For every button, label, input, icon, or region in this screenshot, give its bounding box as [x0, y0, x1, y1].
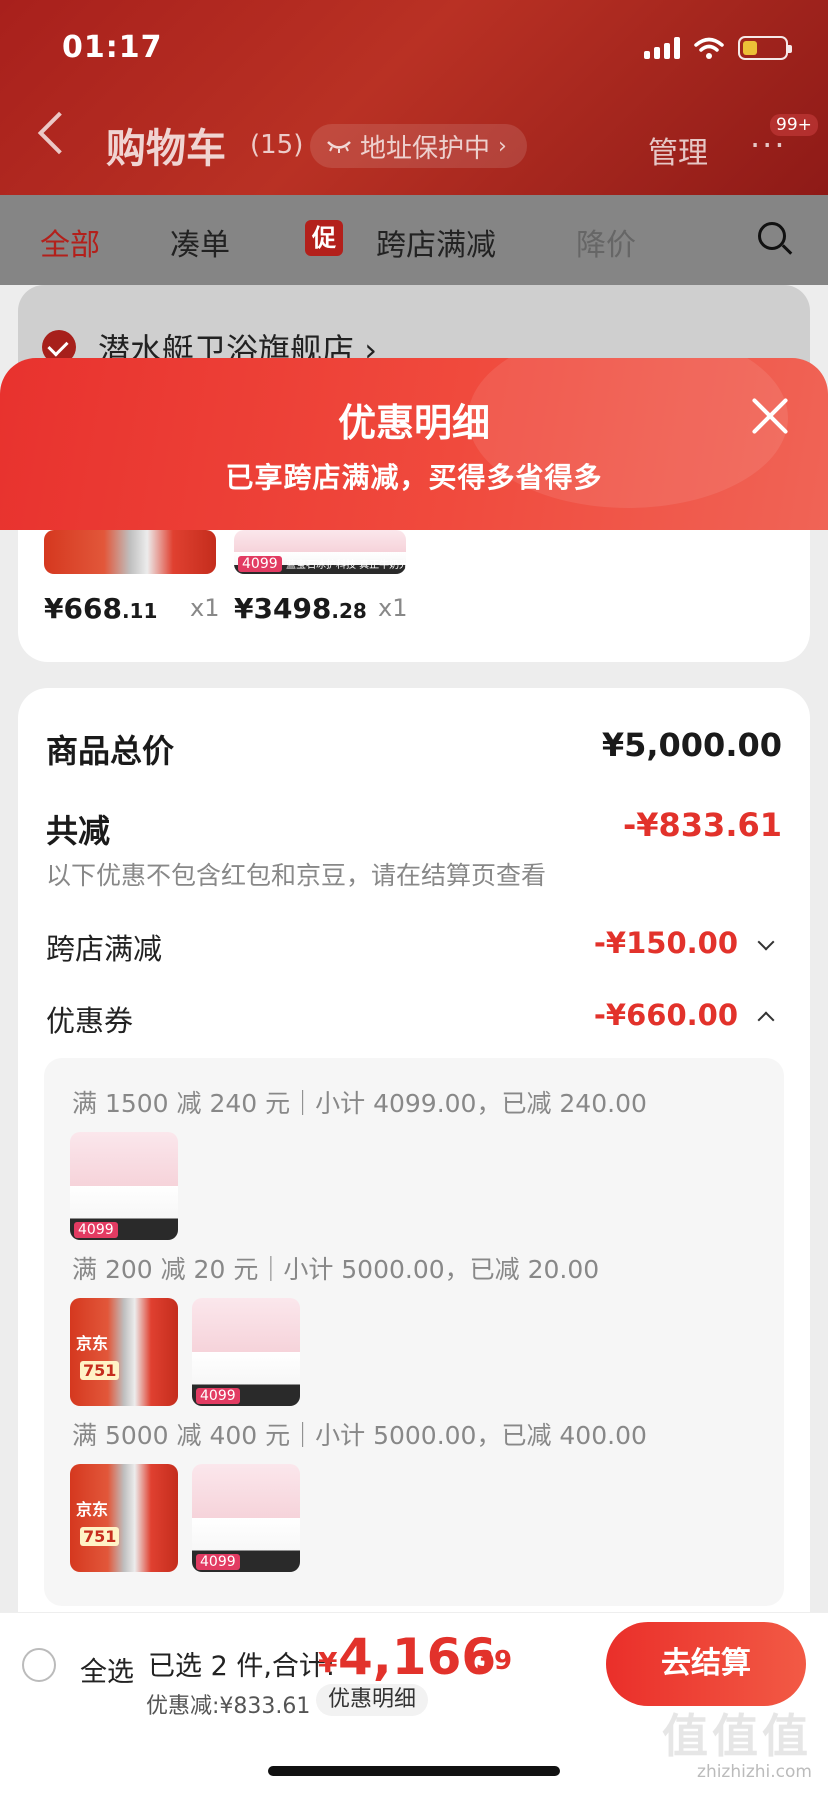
tab-bundle[interactable]: 凑单 — [170, 220, 230, 264]
cross-store-label[interactable]: 跨店满减 — [46, 926, 162, 968]
promo-tag: 促 — [305, 220, 343, 256]
coupon-line: 满 5000 减 400 元｜小计 5000.00，已减 400.00 — [72, 1421, 647, 1450]
message-badge: 99+ — [770, 114, 818, 136]
search-icon[interactable] — [758, 222, 786, 250]
discount-detail-button[interactable]: 优惠明细 — [316, 1684, 429, 1716]
chevron-right-icon: › — [498, 133, 507, 159]
product-price-1: ¥668.11 — [44, 592, 158, 625]
product-qty-1: x1 — [190, 594, 220, 622]
total-currency: ¥ — [318, 1646, 338, 1679]
coupon-label[interactable]: 优惠券 — [46, 998, 133, 1040]
coupon-line: 满 1500 减 240 元｜小计 4099.00，已减 240.00 — [72, 1089, 647, 1118]
product-qty-2: x1 — [378, 594, 408, 622]
product-thumb-milk[interactable]: 4099 蓝宝石冰护科技 真正牛奶光 — [234, 530, 406, 574]
total-cents: .39 — [466, 1646, 513, 1676]
address-protect-button[interactable]: 地址保护中 › — [310, 124, 527, 168]
manage-button[interactable]: 管理 — [648, 128, 708, 172]
coupon-thumb-heater: 京东 751 — [70, 1298, 178, 1406]
home-indicator[interactable] — [268, 1766, 560, 1776]
coupon-value[interactable]: -¥660.00 — [594, 998, 738, 1032]
tab-cross-store[interactable]: 跨店满减 — [376, 220, 496, 264]
signal-icon — [644, 37, 680, 59]
address-protect-label: 地址保护中 — [360, 133, 491, 164]
product-thumb-heater[interactable] — [44, 530, 216, 574]
page-title: 购物车 — [106, 126, 226, 172]
cross-store-value[interactable]: -¥150.00 — [594, 926, 738, 960]
coupon-line: 满 200 减 20 元｜小计 5000.00，已减 20.00 — [72, 1255, 600, 1284]
sheet-subtitle: 已享跨店满减，买得多省得多 — [225, 461, 603, 494]
coupon-thumb-milk: 4099 — [192, 1464, 300, 1572]
selected-count: 已选 2 件,合计: — [148, 1651, 336, 1682]
wifi-icon — [694, 37, 724, 59]
discount-note: 以下优惠不包含红包和京豆，请在结算页查看 — [46, 861, 547, 890]
discount-amount: 优惠减:¥833.61 — [146, 1694, 311, 1719]
cart-count: (15) — [250, 130, 304, 160]
status-time: 01:17 — [62, 30, 163, 65]
battery-icon — [738, 36, 792, 60]
tab-price-drop[interactable]: 降价 — [576, 220, 636, 264]
tab-all[interactable]: 全部 — [40, 220, 100, 264]
close-icon[interactable] — [750, 396, 790, 436]
total-price-value: ¥5,000.00 — [601, 726, 782, 764]
reduce-value: -¥833.61 — [622, 806, 782, 844]
total-price-label: 商品总价 — [46, 732, 175, 770]
product-price-2: ¥3498.28 — [234, 592, 367, 625]
coupon-thumb-milk: 4099 — [192, 1298, 300, 1406]
sheet-title: 优惠明细 — [337, 401, 490, 445]
product-thumb-caption: 蓝宝石冰护科技 真正牛奶光 — [286, 560, 406, 571]
checkout-button[interactable]: 去结算 — [606, 1622, 806, 1706]
coupon-thumb-milk: 4099 — [70, 1132, 178, 1240]
select-all-label[interactable]: 全选 — [80, 1650, 134, 1689]
product-thumb-tag: 4099 — [238, 556, 282, 572]
reduce-label: 共减 — [46, 812, 111, 850]
eye-closed-icon — [327, 141, 351, 153]
watermark-site: zhizhizhi.com — [697, 1762, 812, 1782]
coupon-thumb-heater: 京东 751 — [70, 1464, 178, 1572]
status-icons — [644, 36, 792, 60]
select-all-radio[interactable] — [22, 1648, 56, 1682]
watermark-logo: 值值值 — [662, 1709, 812, 1763]
